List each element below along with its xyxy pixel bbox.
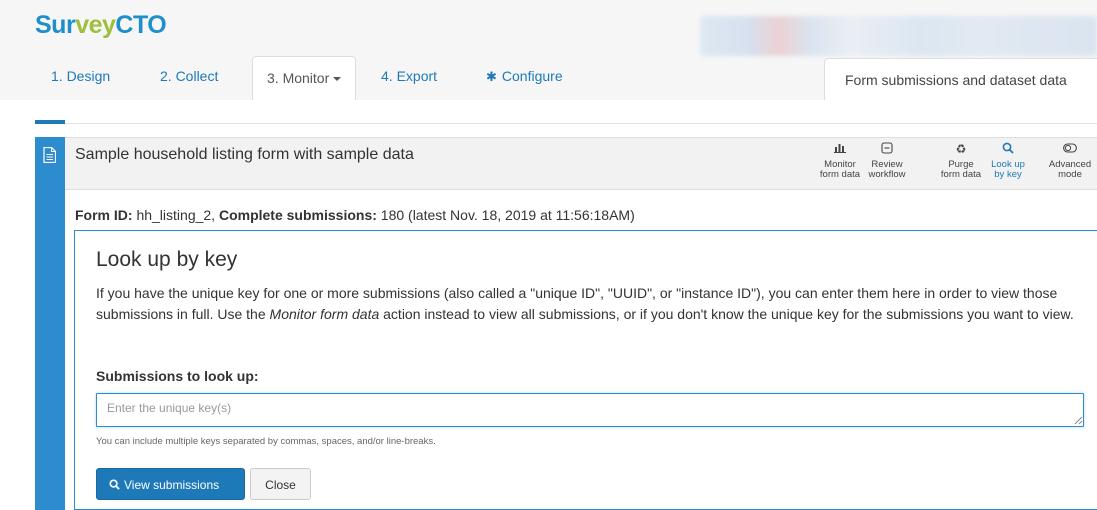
bar-chart-icon [815, 142, 865, 156]
tab-monitor[interactable]: 3. Monitor [252, 56, 357, 100]
advanced-mode-action[interactable]: Advanced mode [1043, 142, 1097, 180]
complete-submissions-label: Complete submissions: [218, 207, 377, 223]
purge-form-data-action[interactable]: ♻ Purge form data [936, 142, 986, 180]
lookup-help-text: You can include multiple keys separated … [96, 436, 436, 447]
tab-collect[interactable]: 2. Collect [160, 56, 218, 100]
gear-icon: ✱ [486, 69, 497, 84]
form-title: Sample household listing form with sampl… [75, 146, 414, 163]
tab-configure-label: Configure [501, 68, 563, 84]
search-icon [109, 479, 120, 490]
form-meta: Form ID: hh_listing_2, Complete submissi… [75, 207, 635, 223]
form-header: Sample household listing form with sampl… [65, 138, 1097, 190]
monitor-action-line2: form data [819, 169, 861, 180]
submissions-field-label: Submissions to look up: [96, 368, 259, 384]
caret-down-icon [333, 77, 342, 82]
purge-action-line2: form data [940, 169, 982, 180]
toggle-icon [1043, 142, 1097, 156]
lookup-description-emphasis: Monitor form data [269, 305, 380, 322]
close-button[interactable]: Close [250, 468, 311, 500]
lookup-description: If you have the unique key for one or mo… [96, 283, 1086, 324]
form-id-label: Form ID: [75, 207, 133, 223]
document-icon [43, 147, 56, 163]
tab-monitor-label: 3. Monitor [267, 70, 330, 86]
form-sidebar-strip [35, 137, 65, 510]
section-accent [35, 120, 65, 124]
tab-form-submissions-label: Form submissions and dataset data [845, 72, 1067, 88]
blurred-account-area [700, 16, 1097, 56]
view-submissions-label: View submissions [124, 478, 220, 492]
tab-configure[interactable]: ✱ Configure [486, 56, 563, 100]
review-workflow-action[interactable]: Review workflow [862, 142, 912, 180]
surveycto-logo[interactable]: SurveyCTO [35, 11, 167, 40]
tab-form-submissions[interactable]: Form submissions and dataset data [824, 58, 1097, 100]
look-up-by-key-action[interactable]: Look up by key [983, 142, 1033, 180]
tab-export[interactable]: 4. Export [381, 56, 437, 100]
search-icon [983, 142, 1033, 156]
app-header: SurveyCTO 1. Design 2. Collect 3. Monito… [0, 0, 1097, 100]
logo-text-part1: Sur [35, 11, 76, 39]
tab-collect-label: 2. Collect [160, 68, 219, 84]
resize-grip-icon[interactable] [1074, 416, 1083, 425]
tab-design[interactable]: 1. Design [51, 56, 110, 100]
advanced-action-line2: mode [1058, 169, 1082, 180]
divider [65, 123, 1097, 124]
form-panel: Sample household listing form with sampl… [65, 137, 1097, 510]
lookup-by-key-panel: Look up by key If you have the unique ke… [74, 230, 1097, 510]
recycle-icon: ♻ [955, 142, 967, 156]
close-button-label: Close [265, 478, 296, 492]
complete-submissions-value: 180 (latest Nov. 18, 2019 at 11:56:18AM) [376, 207, 635, 223]
logo-text-part2: vey [75, 11, 116, 39]
tab-design-label: 1. Design [51, 68, 111, 84]
review-action-line2: workflow [868, 169, 906, 180]
tab-export-label: 4. Export [381, 68, 438, 84]
view-submissions-button[interactable]: View submissions [96, 468, 245, 500]
lookup-action-line2: by key [994, 169, 1022, 180]
lookup-heading: Look up by key [96, 248, 238, 271]
unique-keys-input[interactable] [96, 393, 1084, 427]
form-id-value: hh_listing_2, [132, 207, 219, 223]
monitor-form-data-action[interactable]: Monitor form data [815, 142, 865, 180]
review-icon [862, 142, 912, 156]
lookup-description-part2: action instead to view all submissions, … [379, 305, 1074, 322]
logo-text-part3: CTO [115, 11, 167, 39]
